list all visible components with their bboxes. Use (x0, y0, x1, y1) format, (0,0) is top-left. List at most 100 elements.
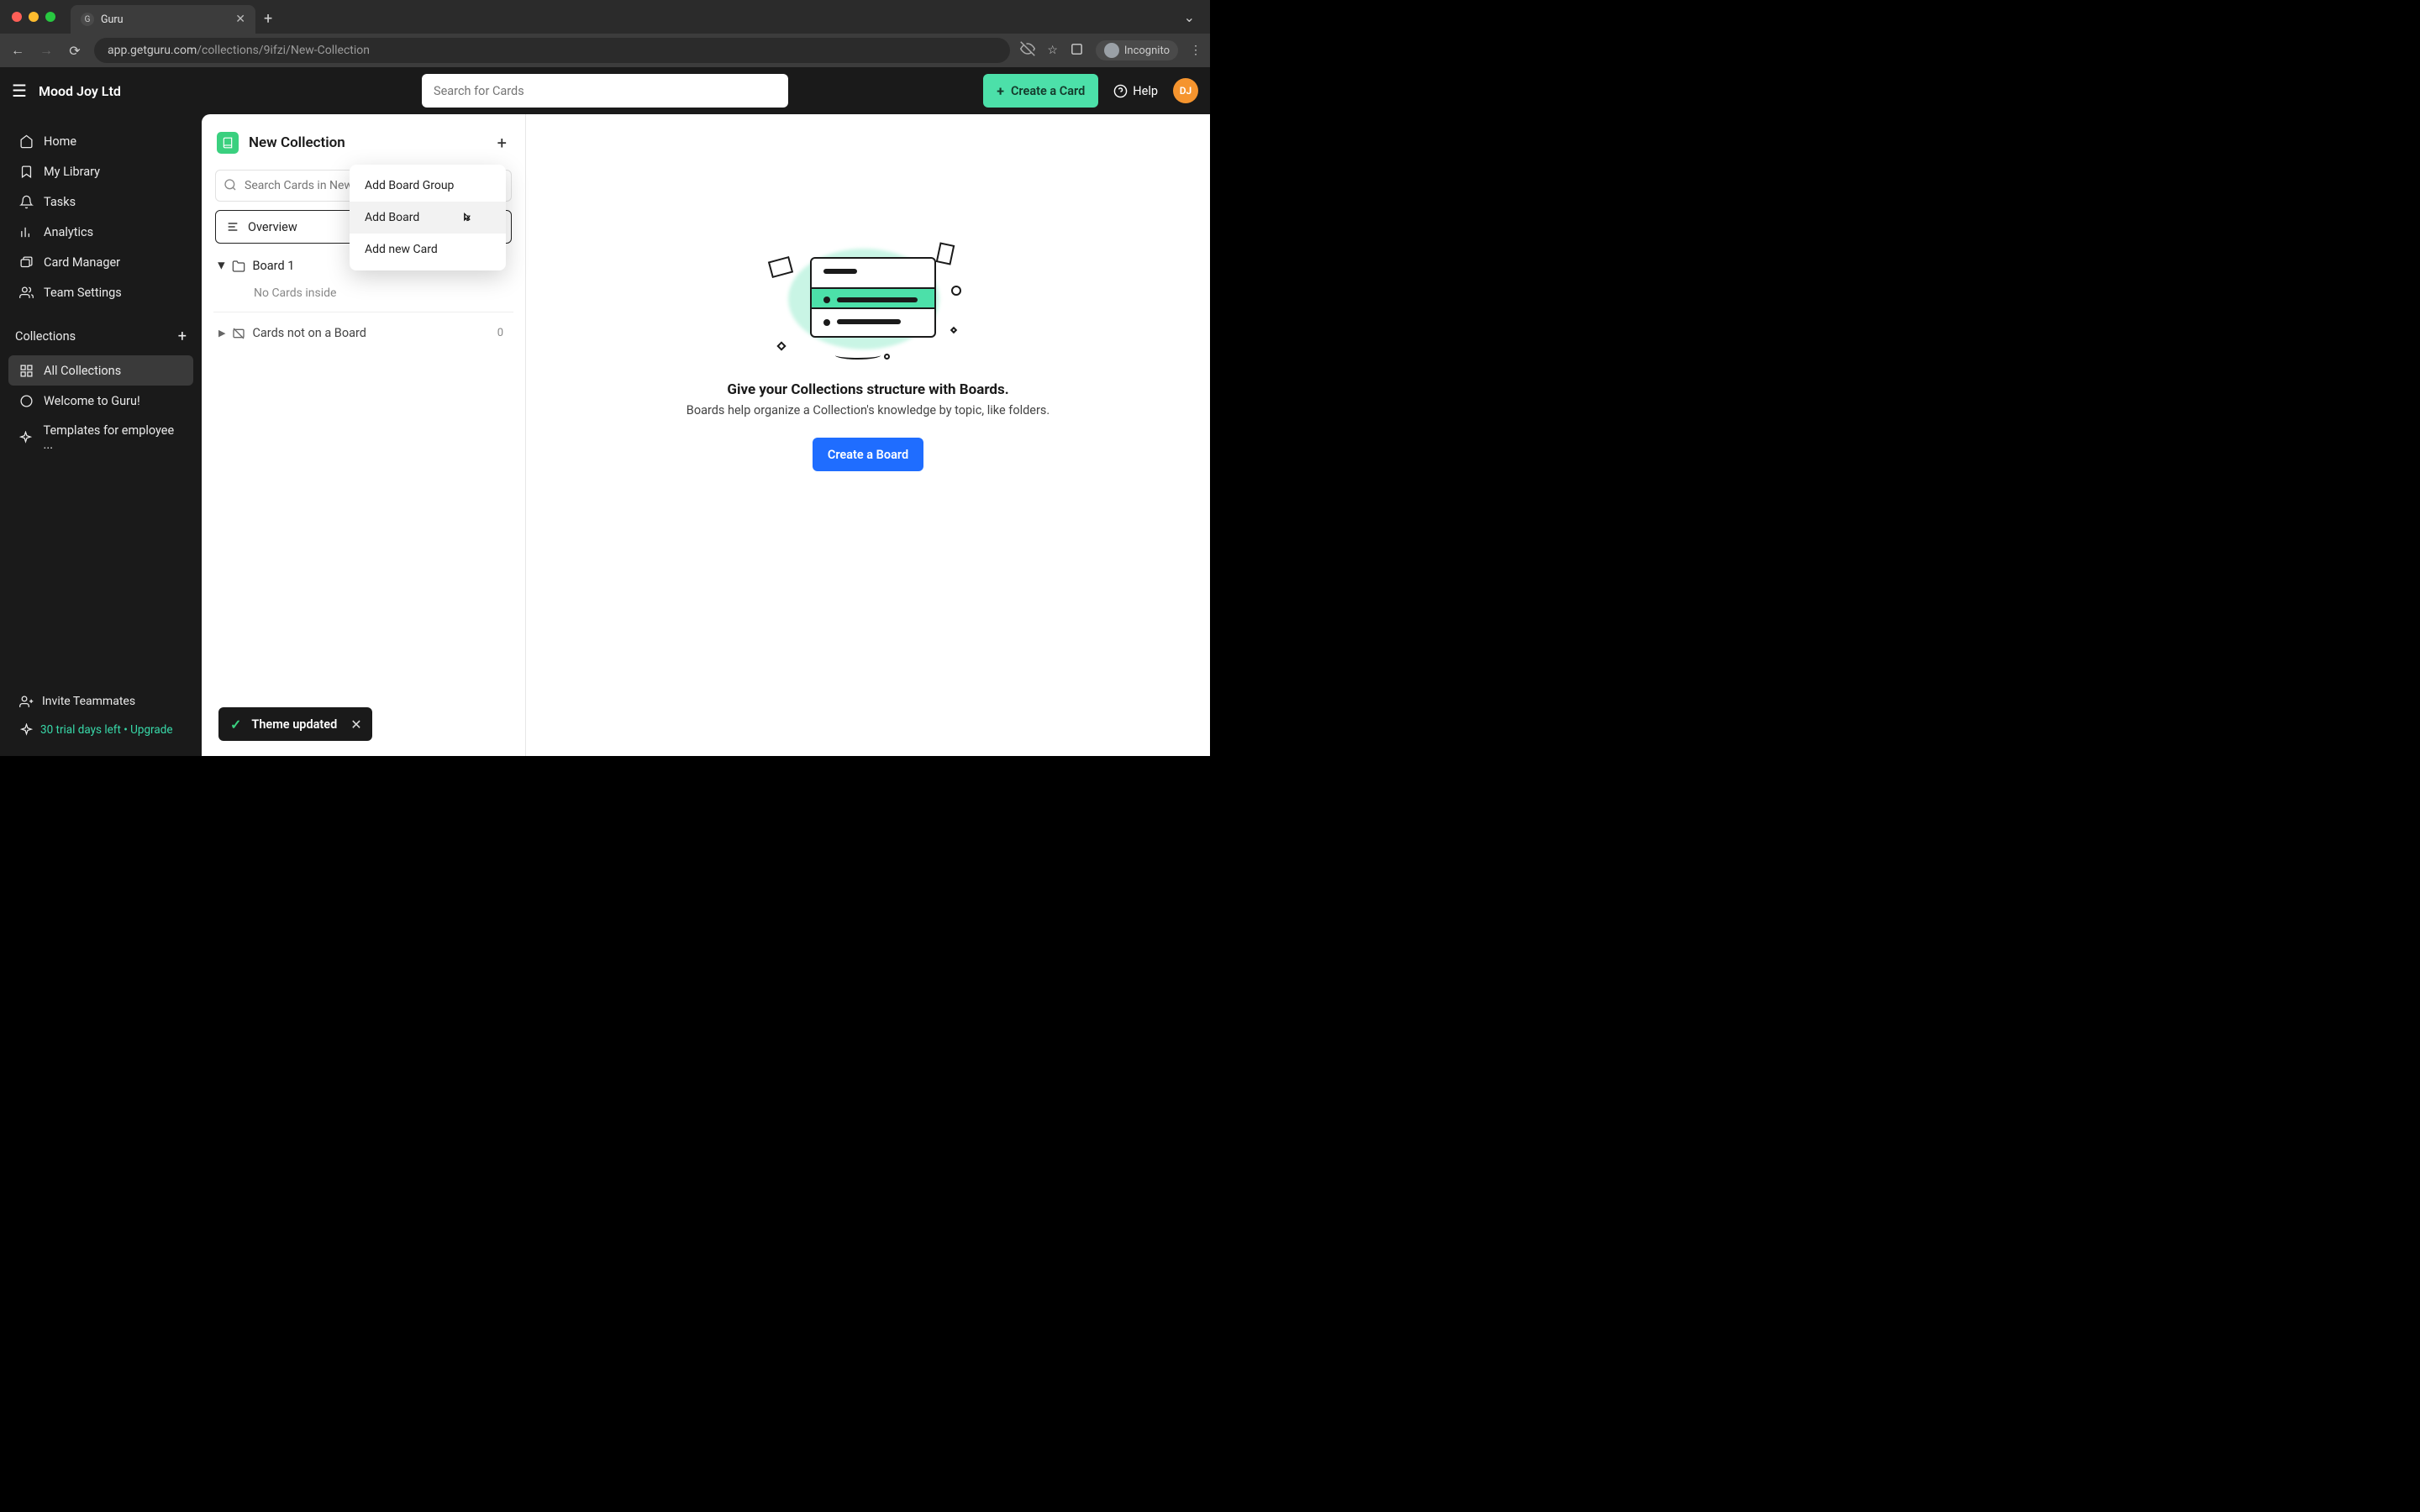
collections-label: Collections (15, 329, 76, 344)
add-menu-dropdown: Add Board Group Add Board Add new Card (350, 165, 506, 270)
invite-teammates-button[interactable]: Invite Teammates (8, 687, 193, 716)
close-tab-icon[interactable]: ✕ (235, 13, 245, 26)
sidebar-item-analytics[interactable]: Analytics (8, 217, 193, 247)
bell-icon (18, 194, 34, 209)
trial-upgrade-link[interactable]: 30 trial days left • Upgrade (8, 716, 193, 744)
main-panel: New Collection + Overview ▶ Board 1 No C… (202, 114, 1210, 756)
sidebar-item-tasks[interactable]: Tasks (8, 186, 193, 217)
app-topbar: ☰ Mood Joy Ltd + Create a Card Help DJ (0, 67, 1210, 114)
menu-add-board-label: Add Board (365, 211, 419, 224)
sidebar-item-label: My Library (44, 165, 100, 179)
empty-subtitle: Boards help organize a Collection's know… (687, 403, 1050, 417)
help-button[interactable]: Help (1113, 84, 1158, 98)
hamburger-menu-icon[interactable]: ☰ (12, 81, 27, 101)
menu-add-board-group[interactable]: Add Board Group (350, 170, 506, 202)
invite-label: Invite Teammates (42, 695, 135, 708)
user-plus-icon (18, 694, 34, 709)
cards-not-on-board-row[interactable]: ▶ Cards not on a Board 0 (213, 318, 513, 349)
chart-icon (18, 224, 34, 239)
sidebar-item-team-settings[interactable]: Team Settings (8, 277, 193, 307)
url-path: /collections/9ifzi/New-Collection (197, 44, 370, 57)
sidebar-item-home[interactable]: Home (8, 126, 193, 156)
address-bar: ← → ⟳ app.getguru.com/collections/9ifzi/… (0, 34, 1210, 67)
window-controls[interactable] (12, 12, 55, 22)
maximize-window-icon[interactable] (45, 12, 55, 22)
tab-overflow-icon[interactable]: ⌄ (1184, 9, 1195, 25)
sparkle-icon (18, 722, 34, 738)
card-off-icon (232, 327, 245, 340)
empty-illustration (771, 240, 965, 358)
sidebar-item-card-manager[interactable]: Card Manager (8, 247, 193, 277)
create-board-button[interactable]: Create a Board (813, 438, 923, 471)
eye-off-icon[interactable] (1020, 41, 1035, 60)
tab-bar: G Guru ✕ + ⌄ (0, 0, 1210, 34)
collection-label: All Collections (44, 364, 121, 378)
minimize-window-icon[interactable] (29, 12, 39, 22)
folder-icon (232, 260, 245, 273)
home-icon (18, 134, 34, 149)
new-tab-button[interactable]: + (264, 10, 272, 28)
global-search-input[interactable] (422, 74, 788, 108)
sidebar-item-library[interactable]: My Library (8, 156, 193, 186)
browser-tab[interactable]: G Guru ✕ (71, 5, 255, 34)
no-cards-label: No Cards inside (213, 280, 513, 312)
browser-menu-icon[interactable]: ⋮ (1190, 44, 1202, 57)
extensions-icon[interactable] (1070, 42, 1084, 60)
add-collection-button[interactable]: + (178, 328, 187, 345)
check-icon: ✓ (230, 717, 241, 732)
url-host: app.getguru.com (108, 44, 197, 57)
trial-label: 30 trial days left • Upgrade (40, 723, 172, 737)
menu-add-board[interactable]: Add Board (350, 202, 506, 234)
collection-templates[interactable]: Templates for employee ... (8, 416, 193, 459)
incognito-icon (1104, 43, 1119, 58)
close-window-icon[interactable] (12, 12, 22, 22)
collection-all[interactable]: All Collections (8, 355, 193, 386)
help-label: Help (1133, 84, 1158, 98)
chevron-down-icon[interactable]: ▶ (217, 262, 228, 269)
board-name: Board 1 (252, 259, 294, 273)
sidebar-item-label: Tasks (44, 195, 76, 209)
user-avatar[interactable]: DJ (1173, 78, 1198, 103)
forward-button: → (37, 42, 55, 59)
create-card-button[interactable]: + Create a Card (983, 74, 1098, 108)
grid-icon (18, 363, 34, 378)
favicon-icon: G (81, 13, 94, 26)
workspace-name[interactable]: Mood Joy Ltd (39, 83, 121, 99)
collection-header: New Collection + (213, 129, 513, 165)
menu-add-new-card[interactable]: Add new Card (350, 234, 506, 265)
collection-add-button[interactable]: + (494, 129, 510, 156)
search-icon (224, 178, 237, 195)
sidebar-item-label: Analytics (44, 225, 93, 239)
overview-label: Overview (248, 220, 297, 234)
empty-title: Give your Collections structure with Boa… (727, 381, 1008, 398)
plus-icon: + (997, 83, 1004, 99)
tab-title: Guru (101, 13, 124, 26)
create-card-label: Create a Card (1011, 84, 1085, 98)
sidebar-item-label: Card Manager (44, 255, 120, 270)
help-icon (1113, 84, 1128, 98)
incognito-label: Incognito (1124, 45, 1170, 57)
collection-title[interactable]: New Collection (249, 134, 345, 151)
collection-icon (217, 132, 239, 154)
collection-welcome[interactable]: Welcome to Guru! (8, 386, 193, 416)
circle-icon (18, 393, 34, 408)
reload-button[interactable]: ⟳ (66, 43, 84, 59)
bookmark-icon (18, 164, 34, 179)
collection-label: Welcome to Guru! (44, 394, 140, 408)
bookmark-star-icon[interactable]: ☆ (1047, 44, 1058, 57)
toast-message: Theme updated (251, 717, 337, 732)
cursor-icon (460, 211, 472, 229)
collection-label: Templates for employee ... (44, 423, 183, 452)
cards-icon (18, 255, 34, 270)
app-root: ☰ Mood Joy Ltd + Create a Card Help DJ H… (0, 67, 1210, 756)
empty-state: Give your Collections structure with Boa… (526, 114, 1210, 756)
incognito-badge[interactable]: Incognito (1096, 40, 1178, 60)
not-on-board-count: 0 (497, 327, 508, 339)
toast-close-button[interactable]: ✕ (350, 717, 361, 732)
toast-notification: ✓ Theme updated ✕ (218, 707, 372, 741)
not-on-board-label: Cards not on a Board (252, 326, 366, 340)
chevron-right-icon[interactable]: ▶ (218, 328, 225, 339)
list-icon (226, 220, 239, 234)
url-field[interactable]: app.getguru.com/collections/9ifzi/New-Co… (94, 38, 1010, 63)
back-button[interactable]: ← (8, 42, 27, 59)
